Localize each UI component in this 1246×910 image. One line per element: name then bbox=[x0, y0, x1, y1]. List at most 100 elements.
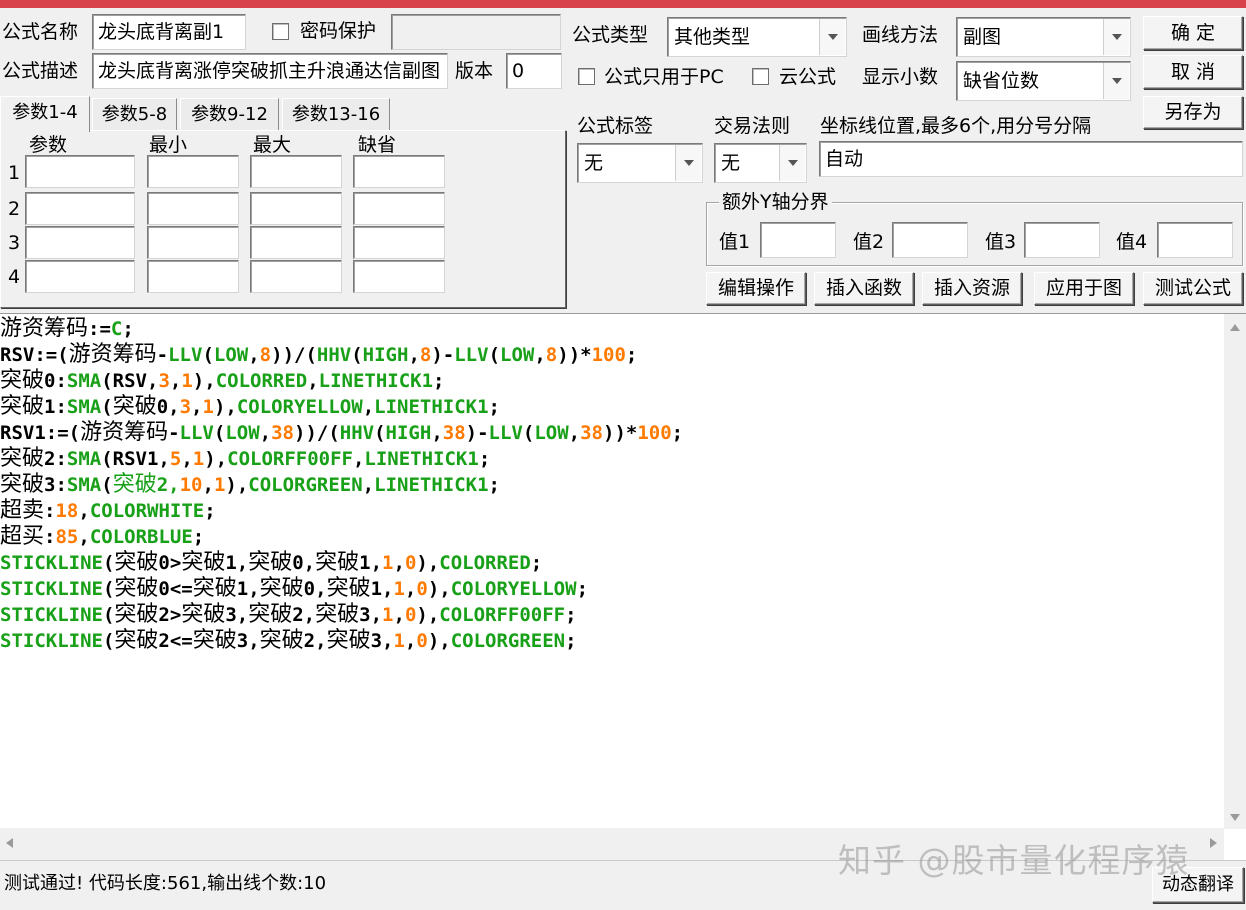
code-line[interactable]: STICKLINE(突破2<=突破3,突破2,突破3,1,0),COLORGRE… bbox=[0, 628, 683, 654]
param-1-default-input[interactable] bbox=[353, 155, 445, 188]
code-token: 突破 bbox=[192, 628, 237, 653]
decimals-select[interactable]: 缺省位数 bbox=[956, 61, 1131, 101]
pc-only-label: 公式只用于PC bbox=[604, 66, 724, 88]
scroll-right-icon[interactable] bbox=[1210, 838, 1217, 848]
test-formula-button[interactable]: 测试公式 bbox=[1143, 272, 1243, 305]
code-token: 超卖 bbox=[0, 498, 45, 523]
code-token: LLV bbox=[454, 344, 489, 366]
code-token: COLORRED bbox=[439, 552, 531, 574]
pc-only-checkbox[interactable] bbox=[578, 68, 595, 85]
formula-name-input[interactable]: 龙头底背离副1 bbox=[92, 14, 246, 50]
param-2-name-input[interactable] bbox=[25, 192, 135, 225]
code-line[interactable]: 游资筹码:=C; bbox=[0, 316, 683, 342]
chevron-down-icon[interactable] bbox=[1103, 63, 1129, 99]
code-text[interactable]: 游资筹码:=C; RSV:=(游资筹码-LLV(LOW,8))/(HHV(HIGH… bbox=[0, 316, 683, 654]
ok-button[interactable]: 确 定 bbox=[1143, 16, 1243, 50]
password-checkbox[interactable] bbox=[272, 23, 289, 40]
code-token: 超买 bbox=[0, 524, 45, 549]
chevron-down-icon[interactable] bbox=[675, 145, 701, 181]
code-token: ), bbox=[204, 448, 228, 470]
code-line[interactable]: STICKLINE(突破2>突破3,突破2,突破3,1,0),COLORFF00… bbox=[0, 602, 683, 628]
code-token: 3: bbox=[44, 474, 67, 496]
param-4-name-input[interactable] bbox=[25, 260, 135, 293]
vertical-scrollbar[interactable] bbox=[1224, 314, 1246, 829]
param-3-default-input[interactable] bbox=[353, 226, 445, 259]
param-1-name-input[interactable] bbox=[25, 155, 135, 188]
code-token: HIGH bbox=[385, 422, 432, 444]
y-value-2-input[interactable] bbox=[892, 222, 968, 258]
y-value-3-input[interactable] bbox=[1024, 222, 1100, 258]
param-4-min-input[interactable] bbox=[147, 260, 239, 293]
trade-rule-select[interactable]: 无 bbox=[714, 143, 807, 183]
chevron-down-icon[interactable] bbox=[779, 145, 805, 181]
code-line[interactable]: 超卖:18,COLORWHITE; bbox=[0, 498, 683, 524]
tab-params-5-8[interactable]: 参数5-8 bbox=[92, 98, 177, 130]
y-value-1-input[interactable] bbox=[760, 222, 836, 258]
password-input[interactable] bbox=[391, 14, 561, 50]
apply-to-chart-button[interactable]: 应用于图 bbox=[1034, 272, 1134, 305]
code-token: 突破 bbox=[0, 472, 45, 497]
code-token: 突破 bbox=[0, 394, 45, 419]
code-line[interactable]: STICKLINE(突破0>突破1,突破0,突破1,1,0),COLORRED; bbox=[0, 550, 683, 576]
chevron-down-icon[interactable] bbox=[819, 19, 845, 55]
code-line[interactable]: RSV1:=(游资筹码-LLV(LOW,38))/(HHV(HIGH,38)-L… bbox=[0, 420, 683, 446]
code-line[interactable]: 超买:85,COLORBLUE; bbox=[0, 524, 683, 550]
code-token: LINETHICK1 bbox=[374, 396, 489, 418]
code-token: 1, bbox=[370, 578, 394, 600]
code-editor[interactable]: 游资筹码:=C; RSV:=(游资筹码-LLV(LOW,8))/(HHV(HIGH… bbox=[0, 313, 1246, 860]
code-token: )- bbox=[431, 344, 455, 366]
param-2-max-input[interactable] bbox=[250, 192, 342, 225]
code-token: ), bbox=[225, 474, 249, 496]
code-line[interactable]: RSV:=(游资筹码-LLV(LOW,8))/(HHV(HIGH,8)-LLV(… bbox=[0, 342, 683, 368]
scroll-down-icon[interactable] bbox=[1230, 814, 1240, 821]
cloud-checkbox[interactable] bbox=[752, 68, 769, 85]
edit-ops-button[interactable]: 编辑操作 bbox=[706, 272, 806, 305]
insert-function-button[interactable]: 插入函数 bbox=[814, 272, 914, 305]
scroll-up-icon[interactable] bbox=[1230, 324, 1240, 331]
code-token: ( bbox=[101, 474, 113, 496]
param-2-min-input[interactable] bbox=[147, 192, 239, 225]
code-token: 突破 bbox=[112, 394, 157, 419]
param-2-default-input[interactable] bbox=[353, 192, 445, 225]
y-value-4-input[interactable] bbox=[1157, 222, 1233, 258]
draw-method-select[interactable]: 副图 bbox=[956, 17, 1131, 57]
param-3-min-input[interactable] bbox=[147, 226, 239, 259]
code-token: , bbox=[78, 526, 90, 548]
code-token: 2<= bbox=[158, 630, 193, 652]
save-as-button[interactable]: 另存为 bbox=[1143, 96, 1243, 129]
code-token: - bbox=[168, 422, 180, 444]
param-1-max-input[interactable] bbox=[250, 155, 342, 188]
code-line[interactable]: 突破1:SMA(突破0,3,1),COLORYELLOW,LINETHICK1; bbox=[0, 394, 683, 420]
tab-params-9-12[interactable]: 参数9-12 bbox=[180, 98, 279, 130]
y-value-4-label: 值4 bbox=[1116, 231, 1148, 253]
code-token: HIGH bbox=[362, 344, 409, 366]
code-token: C bbox=[110, 318, 123, 340]
formula-type-label: 公式类型 bbox=[572, 24, 649, 46]
param-4-default-input[interactable] bbox=[353, 260, 445, 293]
formula-type-select[interactable]: 其他类型 bbox=[667, 17, 847, 57]
cancel-button[interactable]: 取 消 bbox=[1143, 55, 1243, 89]
tab-params-1-4[interactable]: 参数1-4 bbox=[0, 96, 90, 132]
code-line[interactable]: STICKLINE(突破0<=突破1,突破0,突破1,1,0),COLORYEL… bbox=[0, 576, 683, 602]
coord-line-input[interactable]: 自动 bbox=[819, 141, 1243, 177]
decimals-value: 缺省位数 bbox=[963, 70, 1040, 92]
code-token: COLORFF00FF bbox=[227, 448, 353, 470]
param-1-min-input[interactable] bbox=[147, 155, 239, 188]
code-line[interactable]: 突破0:SMA(RSV,3,1),COLORRED,LINETHICK1; bbox=[0, 368, 683, 394]
formula-desc-input[interactable]: 龙头底背离涨停突破抓主升浪通达信副图 bbox=[92, 53, 448, 89]
code-line[interactable]: 突破3:SMA(突破2,10,1),COLORGREEN,LINETHICK1; bbox=[0, 472, 683, 498]
param-3-max-input[interactable] bbox=[250, 226, 342, 259]
version-input[interactable]: 0 bbox=[506, 53, 562, 89]
code-line[interactable]: 突破2:SMA(RSV1,5,1),COLORFF00FF,LINETHICK1… bbox=[0, 446, 683, 472]
chevron-down-icon[interactable] bbox=[1103, 19, 1129, 55]
code-token: )- bbox=[465, 422, 489, 444]
param-3-name-input[interactable] bbox=[25, 226, 135, 259]
draw-method-value: 副图 bbox=[963, 26, 1002, 48]
param-4-max-input[interactable] bbox=[250, 260, 342, 293]
tab-params-13-16[interactable]: 参数13-16 bbox=[282, 98, 390, 130]
formula-tag-select[interactable]: 无 bbox=[577, 143, 703, 183]
insert-resource-button[interactable]: 插入资源 bbox=[922, 272, 1022, 305]
code-token: LOW bbox=[500, 344, 535, 366]
scroll-left-icon[interactable] bbox=[6, 838, 13, 848]
formula-tag-value: 无 bbox=[584, 152, 604, 174]
